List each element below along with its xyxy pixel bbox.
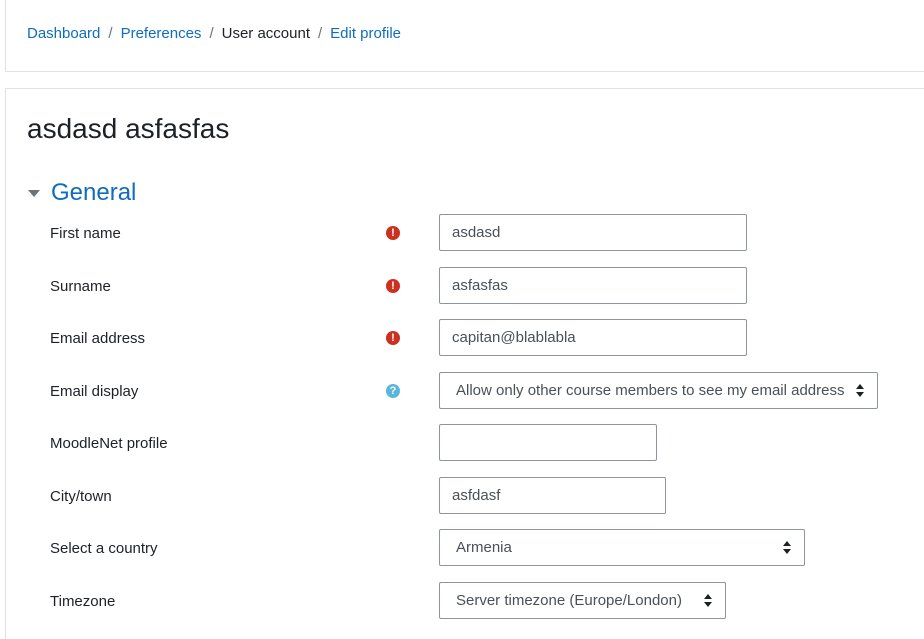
timezone-row: Timezone Server timezone (Europe/London) [6, 582, 924, 633]
breadcrumb-dashboard-link[interactable]: Dashboard [27, 25, 100, 42]
timezone-select[interactable]: Server timezone (Europe/London) [439, 582, 726, 619]
breadcrumb-separator: / [108, 25, 113, 42]
edit-profile-panel: asdasd asfasfas General First name ! asd… [5, 88, 924, 639]
select-arrows-icon [704, 594, 712, 607]
select-arrows-icon [783, 541, 791, 554]
section-title: General [51, 179, 137, 206]
breadcrumb: Dashboard / Preferences / User account /… [27, 25, 401, 42]
city-row: City/town asfdasf [6, 477, 924, 528]
country-select[interactable]: Armenia [439, 529, 805, 566]
email-display-row: Email display ? Allow only other course … [6, 372, 924, 423]
breadcrumb-separator: / [317, 25, 323, 42]
timezone-label: Timezone [50, 593, 116, 610]
city-label: City/town [50, 488, 112, 505]
country-row: Select a country Armenia [6, 529, 924, 580]
select-arrows-icon [856, 384, 864, 397]
caret-down-icon [28, 189, 40, 197]
country-label: Select a country [50, 540, 158, 557]
email-display-selected: Allow only other course members to see m… [456, 382, 845, 399]
email-label: Email address [50, 330, 146, 347]
email-display-label: Email display [50, 383, 139, 400]
exclamation-circle-icon: ! [386, 226, 400, 240]
moodlenet-input[interactable] [439, 424, 657, 461]
city-input[interactable]: asfdasf [439, 477, 666, 514]
first-name-row: First name ! asdasd [6, 214, 924, 265]
country-selected: Armenia [456, 539, 512, 556]
breadcrumb-user-account: User account [221, 25, 310, 42]
exclamation-circle-icon: ! [386, 279, 400, 293]
email-input[interactable]: capitan@blablabla [439, 319, 747, 356]
email-display-select[interactable]: Allow only other course members to see m… [439, 372, 878, 409]
moodlenet-label: MoodleNet profile [50, 435, 168, 452]
first-name-input[interactable]: asdasd [439, 214, 747, 251]
general-section-toggle[interactable]: General [27, 179, 136, 207]
moodlenet-row: MoodleNet profile [6, 424, 924, 475]
surname-row: Surname ! asfasfas [6, 267, 924, 318]
email-row: Email address ! capitan@blablabla [6, 319, 924, 370]
question-circle-icon[interactable]: ? [386, 384, 400, 398]
page-title: asdasd asfasfas [27, 113, 230, 144]
exclamation-circle-icon: ! [386, 331, 400, 345]
breadcrumb-edit-profile-link[interactable]: Edit profile [330, 25, 401, 42]
first-name-label: First name [50, 225, 121, 242]
timezone-selected: Server timezone (Europe/London) [456, 592, 682, 609]
surname-input[interactable]: asfasfas [439, 267, 747, 304]
breadcrumb-separator: / [209, 25, 214, 42]
breadcrumb-bar: Dashboard / Preferences / User account /… [5, 0, 924, 72]
breadcrumb-preferences-link[interactable]: Preferences [121, 25, 202, 42]
surname-label: Surname [50, 278, 111, 295]
